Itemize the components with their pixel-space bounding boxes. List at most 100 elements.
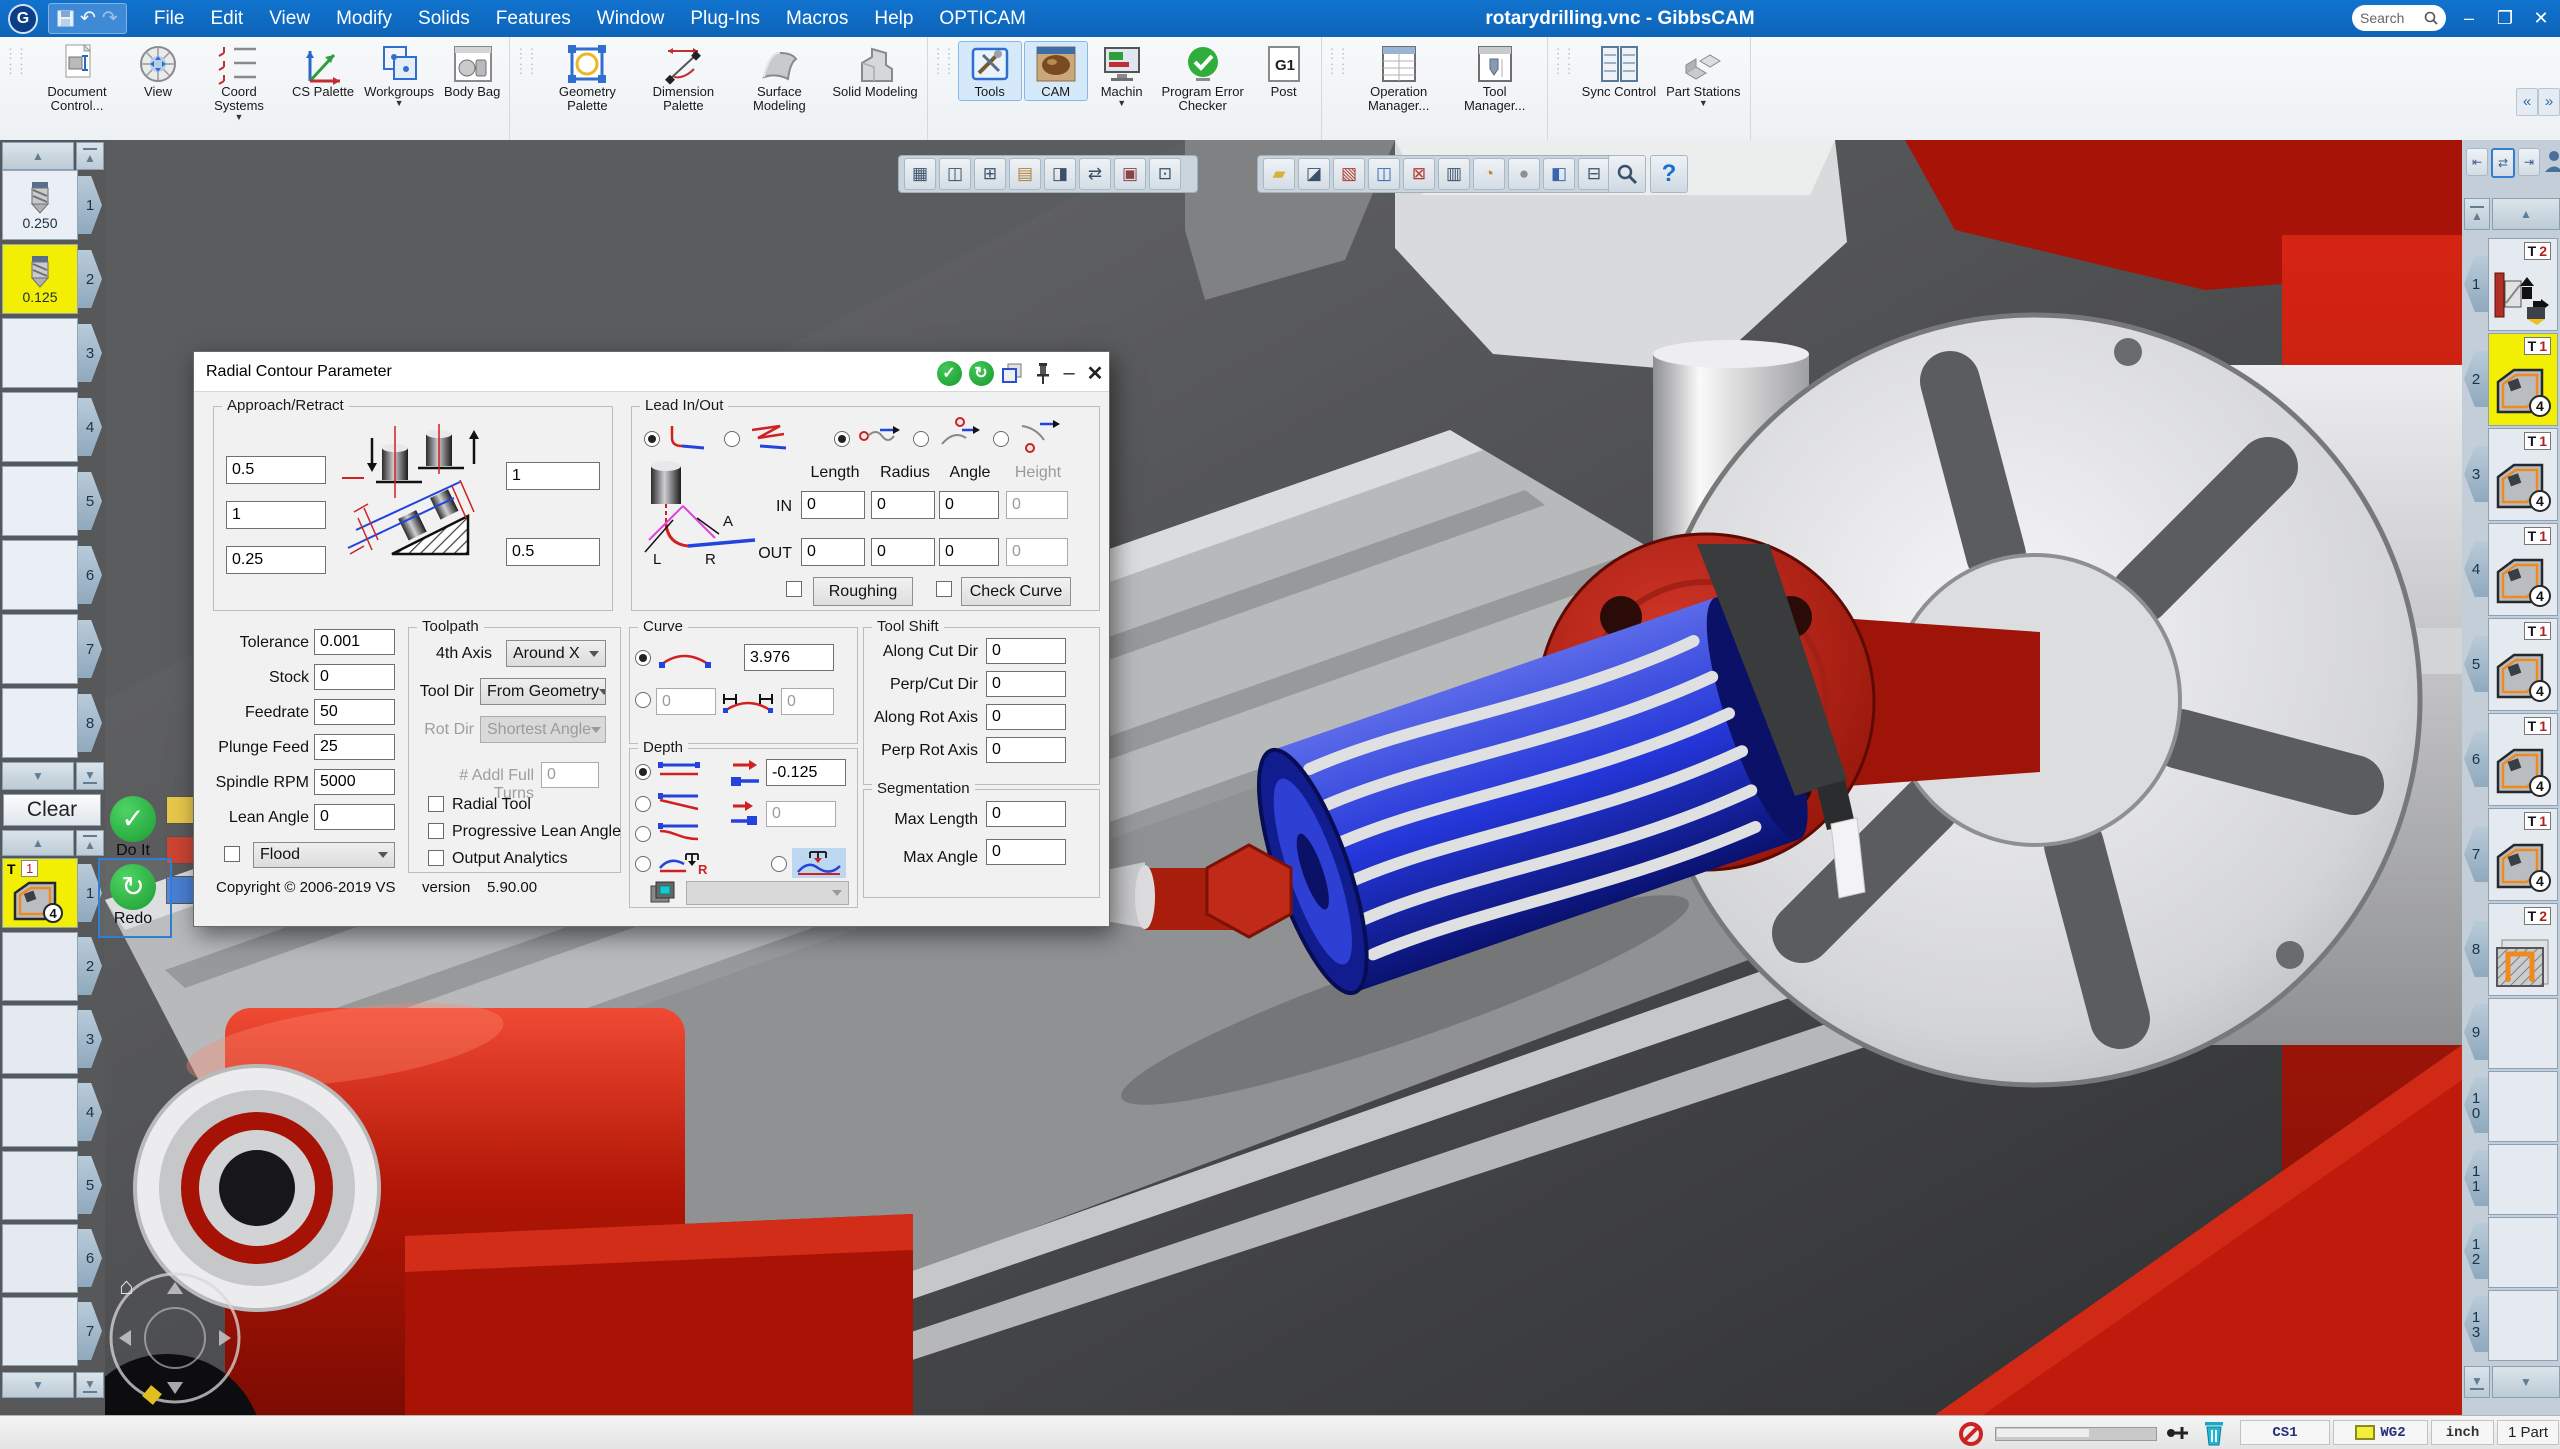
depth-contour-radio[interactable] — [635, 826, 651, 842]
coolant-checkbox[interactable] — [224, 846, 240, 862]
interrupt-icon[interactable] — [1958, 1421, 1984, 1447]
workgroups-button[interactable]: Workgroups ▼ — [360, 41, 438, 110]
op-tile-7-tab[interactable]: 7 — [2464, 826, 2488, 882]
dialog-minimize-icon[interactable]: – — [1056, 360, 1082, 386]
op-tile-9-empty[interactable] — [2488, 998, 2558, 1069]
op-tile-5-tab[interactable]: 5 — [2464, 636, 2488, 692]
along-cut-dir-field[interactable] — [986, 638, 1066, 664]
op-slot-2-tab[interactable]: 2 — [78, 937, 102, 995]
plunge-feed-field[interactable] — [314, 734, 395, 760]
perp-rot-axis-field[interactable] — [986, 737, 1066, 763]
op-tile-3-contour[interactable]: T1 4 — [2488, 428, 2558, 521]
op-slot-7-tab[interactable]: 7 — [78, 1302, 102, 1360]
dialog-accept-icon[interactable]: ✓ — [936, 360, 962, 386]
progress-slider[interactable] — [1995, 1427, 2157, 1441]
menu-features[interactable]: Features — [483, 0, 584, 37]
op-tile-1-turning[interactable]: T2 — [2488, 238, 2558, 331]
op-slot-5[interactable] — [2, 1151, 78, 1220]
depth-taper-radio[interactable] — [635, 796, 651, 812]
lean-angle-field[interactable] — [314, 804, 395, 830]
lead-style-1-radio[interactable] — [834, 431, 850, 447]
lead-out-radius-field[interactable] — [871, 538, 935, 566]
op-slot-5-tab[interactable]: 5 — [78, 1156, 102, 1214]
op-tile-10-empty[interactable] — [2488, 1071, 2558, 1142]
menu-modify[interactable]: Modify — [323, 0, 405, 37]
tool-slot-2-selected[interactable]: 0.125 — [2, 244, 78, 314]
op-slot-4-tab[interactable]: 4 — [78, 1083, 102, 1141]
max-angle-field[interactable] — [986, 839, 1066, 865]
coord-systems-button[interactable]: Coord Systems ▼ — [192, 41, 286, 124]
op-tile-9-tab[interactable]: 9 — [2464, 1004, 2488, 1060]
hatch-view-icon[interactable]: ▧ — [1333, 158, 1365, 190]
menu-plugins[interactable]: Plug-Ins — [677, 0, 773, 37]
menu-opticam[interactable]: OPTICAM — [926, 0, 1039, 37]
op-slot-6[interactable] — [2, 1224, 78, 1293]
depth-radius-radio[interactable] — [635, 856, 651, 872]
machining-button[interactable]: Machin ▼ — [1090, 41, 1154, 110]
maximize-button[interactable]: ❐ — [2488, 0, 2522, 37]
progressive-lean-checkbox[interactable] — [428, 823, 444, 839]
op-tile-4-tab[interactable]: 4 — [2464, 541, 2488, 597]
max-length-field[interactable] — [986, 801, 1066, 827]
op-tile-8-drilling[interactable]: T2 — [2488, 903, 2558, 996]
stock-field[interactable] — [314, 664, 395, 690]
scroll-down-icon[interactable]: ▼ — [2492, 1366, 2560, 1398]
scroll-bottom-icon[interactable]: ▼ — [76, 762, 104, 790]
lead-in-radius-field[interactable] — [871, 491, 935, 519]
lead-in-angle-field[interactable] — [939, 491, 999, 519]
workgroup-indicator[interactable]: WG2 — [2333, 1420, 2428, 1445]
post-button[interactable]: G1 Post — [1252, 41, 1316, 101]
half-square-icon[interactable]: ◧ — [1543, 158, 1575, 190]
scroll-up-icon[interactable]: ▲ — [2492, 198, 2560, 230]
retract-cp1-field[interactable] — [506, 462, 600, 490]
scroll-up-icon[interactable]: ▲ — [2, 830, 74, 856]
part-stations-button[interactable]: Part Stations ▼ — [1662, 41, 1744, 110]
op-tile-3-tab[interactable]: 3 — [2464, 446, 2488, 502]
radial-tool-checkbox[interactable] — [428, 796, 444, 812]
lead-out-length-field[interactable] — [801, 538, 865, 566]
op-tile-12-empty[interactable] — [2488, 1217, 2558, 1288]
op-slot-2[interactable] — [2, 932, 78, 1001]
lead-zigzag-radio[interactable] — [724, 431, 740, 447]
perp-cut-dir-field[interactable] — [986, 671, 1066, 697]
op-slot-4[interactable] — [2, 1078, 78, 1147]
scroll-down-icon[interactable]: ▼ — [2, 762, 74, 790]
op-tile-7-contour[interactable]: T1 4 — [2488, 808, 2558, 901]
surface-modeling-button[interactable]: Surface Modeling — [732, 41, 826, 115]
approach-cp2-field[interactable] — [226, 501, 326, 529]
layers-icon[interactable] — [649, 878, 681, 906]
menu-window[interactable]: Window — [584, 0, 678, 37]
minimize-button[interactable]: – — [2452, 0, 2486, 37]
menu-macros[interactable]: Macros — [773, 0, 861, 37]
op-tile-2-tab[interactable]: 2 — [2464, 351, 2488, 407]
tool-slot-1-tab[interactable]: 1 — [78, 176, 102, 234]
view-button[interactable]: View — [126, 41, 190, 101]
group-drag-handle[interactable]: ⋮⋮⋮⋮ — [4, 46, 26, 76]
op-tile-11-tab[interactable]: 11 — [2464, 1150, 2488, 1206]
retract-cp2-field[interactable] — [506, 538, 600, 566]
op-tile-11-empty[interactable] — [2488, 1144, 2558, 1215]
view-add-pane-icon[interactable]: ⊞ — [974, 158, 1006, 190]
tool-slot-6-tab[interactable]: 6 — [78, 546, 102, 604]
pie-view-icon[interactable]: ◔ — [1473, 158, 1505, 190]
tool-slot-8-tab[interactable]: 8 — [78, 694, 102, 752]
op-tile-6-tab[interactable]: 6 — [2464, 731, 2488, 787]
op-slot-3-tab[interactable]: 3 — [78, 1010, 102, 1068]
4th-axis-dropdown[interactable]: Around X — [506, 640, 606, 667]
tools-button[interactable]: Tools — [958, 41, 1022, 101]
redo-op-button[interactable]: ↻ Redo — [100, 864, 166, 928]
view-grid-icon[interactable]: ▦ — [904, 158, 936, 190]
rows-view-icon[interactable]: ▥ — [1438, 158, 1470, 190]
panel-collapse-right-icon[interactable]: » — [2538, 88, 2560, 116]
op-tile-6-contour[interactable]: T1 4 — [2488, 713, 2558, 806]
workgroup-folder-icon[interactable]: ▰ — [1263, 158, 1295, 190]
approach-cp1-field[interactable] — [226, 456, 326, 484]
trash-icon[interactable] — [2202, 1419, 2226, 1447]
tool-slot-4[interactable] — [2, 392, 78, 462]
menu-view[interactable]: View — [256, 0, 323, 37]
help-icon[interactable]: ? — [1650, 155, 1688, 193]
geometry-palette-button[interactable]: Geometry Palette — [540, 41, 634, 115]
sync-left-icon[interactable]: ⇤ — [2466, 148, 2488, 176]
menu-file[interactable]: File — [141, 0, 198, 37]
lead-style-2-radio[interactable] — [913, 431, 929, 447]
